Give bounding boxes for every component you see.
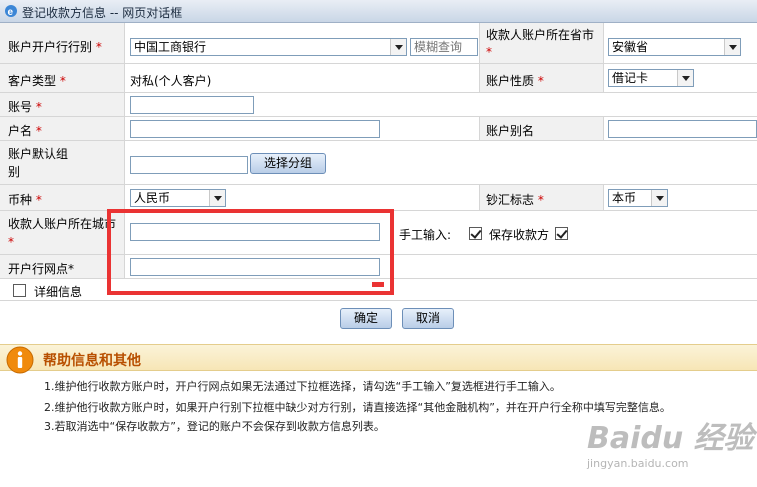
province-label-cell: 收款人账户所在省市 * (480, 23, 604, 63)
province-select[interactable]: 安徽省 (608, 38, 741, 56)
row-customer-type: 客户类型 * 对私(个人客户) 账户性质 * 借记卡 (0, 64, 757, 93)
account-no-input[interactable] (130, 96, 254, 114)
account-nature-label-cell: 账户性质 * (480, 64, 604, 92)
row-account-no: 账号 * (0, 93, 757, 117)
account-alias-label-cell: 账户别名 (480, 117, 604, 140)
province-label: 收款人账户所在省市 * (486, 28, 595, 59)
manual-input-checkbox[interactable] (469, 227, 482, 240)
province-value-cell: 安徽省 (604, 23, 757, 63)
cancel-button[interactable]: 取消 (402, 308, 454, 329)
highlight-corner-mark (372, 282, 384, 287)
customer-type-value-cell: 对私(个人客户) (125, 64, 480, 92)
help-line: 1.维护他行收款方账户时，开户行网点如果无法通过下拉框选择，请勾选“手工输入”复… (44, 380, 561, 393)
row-account-name: 户名 * 账户别名 (0, 117, 757, 141)
account-name-label: 户名 * (8, 124, 42, 138)
row-currency: 币种 * 人民币 钞汇标志 * 本币 (0, 185, 757, 211)
row-bank: 账户开户行行别 * 中国工商银行 收款人账户所在省市 * 安徽省 (0, 23, 757, 64)
details-label: 详细信息 (34, 285, 83, 299)
customer-type-label-cell: 客户类型 * (0, 64, 125, 92)
ie-browser-icon: e (5, 5, 17, 18)
customer-type-label: 客户类型 * (8, 74, 66, 88)
window-title: 登记收款方信息 -- 网页对话框 (22, 6, 183, 20)
watermark-brand: Baidu 经验 (587, 421, 754, 456)
account-alias-value-cell (604, 117, 757, 140)
account-nature-select[interactable]: 借记卡 (608, 69, 694, 87)
chevron-down-icon (677, 70, 693, 86)
account-alias-label: 账户别名 (486, 124, 535, 138)
city-label: 收款人账户所在城市 * (8, 217, 117, 249)
account-no-label: 账号 * (8, 100, 42, 114)
manual-input-label: 手工输入: (399, 228, 452, 242)
baidu-watermark: Baidu 经验 jingyan.baidu.com (583, 413, 754, 483)
details-checkbox[interactable] (13, 284, 26, 297)
account-name-value-cell (125, 117, 480, 140)
cash-flag-value-cell: 本币 (604, 185, 757, 210)
select-group-button[interactable]: 选择分组 (250, 153, 326, 174)
help-title: 帮助信息和其他 (43, 353, 141, 369)
currency-value-cell: 人民币 (125, 185, 480, 210)
title-bar: e 登记收款方信息 -- 网页对话框 (0, 0, 757, 23)
currency-select[interactable]: 人民币 (130, 189, 226, 207)
fuzzy-search-input[interactable] (410, 38, 478, 56)
account-no-value-cell (125, 93, 757, 116)
account-nature-value-cell: 借记卡 (604, 64, 757, 92)
default-group-input[interactable] (130, 156, 248, 174)
bank-select[interactable]: 中国工商银行 (130, 38, 407, 56)
chevron-down-icon (724, 39, 740, 55)
chevron-down-icon (390, 39, 406, 55)
save-payee-checkbox[interactable] (555, 227, 568, 240)
account-nature-label: 账户性质 * (486, 74, 544, 88)
account-no-label-cell: 账号 * (0, 93, 125, 116)
currency-label: 币种 * (8, 193, 42, 207)
default-group-label: 账户默认组别 (8, 147, 69, 179)
watermark-url: jingyan.baidu.com (587, 457, 689, 470)
bank-label-cell: 账户开户行行别 * (0, 23, 125, 63)
bank-value-cell: 中国工商银行 (125, 23, 480, 63)
save-payee-label: 保存收款方 (489, 228, 550, 242)
row-default-group: 账户默认组别 选择分组 (0, 141, 757, 185)
chevron-down-icon (209, 190, 225, 206)
annotation-highlight-box (107, 209, 394, 295)
default-group-label-cell: 账户默认组别 (0, 141, 125, 184)
branch-label: 开户行网点* (8, 262, 75, 276)
cash-flag-label-cell: 钞汇标志 * (480, 185, 604, 210)
account-alias-input[interactable] (608, 120, 757, 138)
bank-label: 账户开户行行别 * (8, 40, 102, 54)
help-line: 3.若取消选中“保存收款方”，登记的账户不会保存到收款方信息列表。 (44, 420, 385, 433)
currency-label-cell: 币种 * (0, 185, 125, 210)
help-header: 帮助信息和其他 (0, 344, 757, 374)
info-icon (6, 346, 34, 374)
help-line: 2.维护他行收款方账户时，如果开户行别下拉框中缺少对方行别，请直接选择“其他金融… (44, 401, 671, 414)
ok-button[interactable]: 确定 (340, 308, 392, 329)
account-name-input[interactable] (130, 120, 380, 138)
cash-flag-select[interactable]: 本币 (608, 189, 668, 207)
chevron-down-icon (651, 190, 667, 206)
cash-flag-label: 钞汇标志 * (486, 193, 544, 207)
default-group-value-cell: 选择分组 (125, 141, 757, 184)
account-name-label-cell: 户名 * (0, 117, 125, 140)
svg-text:e: e (8, 7, 14, 18)
customer-type-value: 对私(个人客户) (130, 74, 212, 88)
